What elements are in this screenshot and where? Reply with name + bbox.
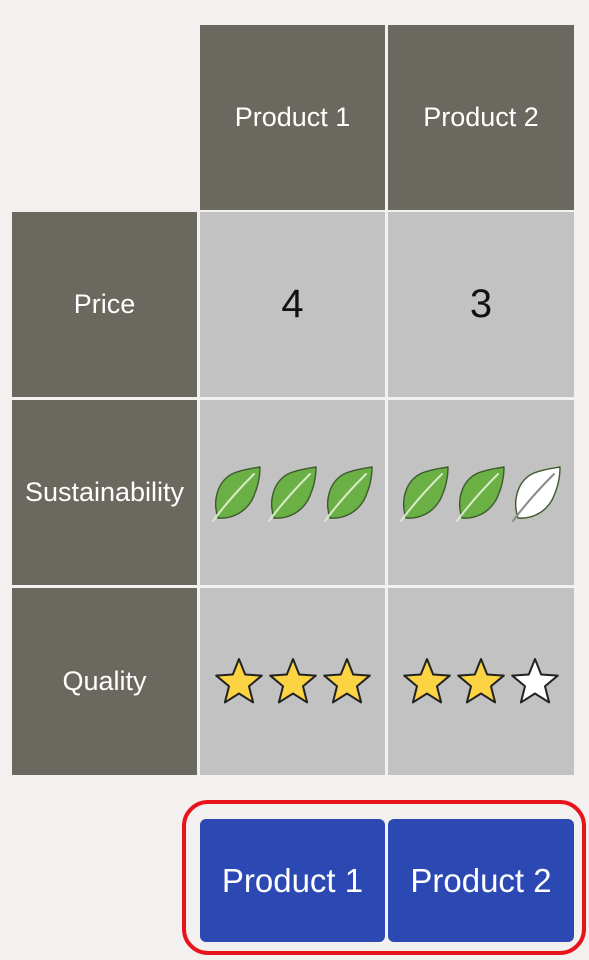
- column-header-product-2: Product 2: [388, 25, 574, 210]
- filled-leaf-icon: [398, 464, 452, 522]
- row-header-price: Price: [12, 212, 197, 397]
- filled-star-icon: [401, 656, 453, 708]
- filled-star-icon: [321, 656, 373, 708]
- filled-leaf-icon: [322, 464, 376, 522]
- row-header-quality: Quality: [12, 588, 197, 775]
- sustainability-rating: [398, 464, 564, 522]
- price-cell-product-1: 4: [200, 212, 385, 397]
- price-value: 4: [281, 282, 304, 326]
- quality-cell-product-1: [200, 588, 385, 775]
- choose-product-1-button[interactable]: Product 1: [200, 819, 385, 942]
- sustainability-cell-product-2: [388, 400, 574, 585]
- filled-star-icon: [455, 656, 507, 708]
- column-header-label: Product 1: [234, 102, 351, 132]
- price-cell-product-2: 3: [388, 212, 574, 397]
- row-header-label: Quality: [62, 666, 147, 696]
- choose-product-2-button[interactable]: Product 2: [388, 819, 574, 942]
- empty-leaf-icon: [510, 464, 564, 522]
- price-value: 3: [469, 282, 493, 326]
- filled-leaf-icon: [454, 464, 508, 522]
- sustainability-rating: [210, 464, 376, 522]
- row-header-label: Sustainability: [24, 477, 185, 507]
- filled-leaf-icon: [266, 464, 320, 522]
- quality-cell-product-2: [388, 588, 574, 775]
- row-header-sustainability: Sustainability: [12, 400, 197, 585]
- filled-star-icon: [213, 656, 265, 708]
- column-header-product-1: Product 1: [200, 25, 385, 210]
- quality-rating: [213, 656, 373, 708]
- column-header-label: Product 2: [423, 102, 539, 132]
- quality-rating: [401, 656, 561, 708]
- filled-leaf-icon: [210, 464, 264, 522]
- empty-star-icon: [509, 656, 561, 708]
- filled-star-icon: [267, 656, 319, 708]
- row-header-label: Price: [73, 289, 136, 319]
- sustainability-cell-product-1: [200, 400, 385, 585]
